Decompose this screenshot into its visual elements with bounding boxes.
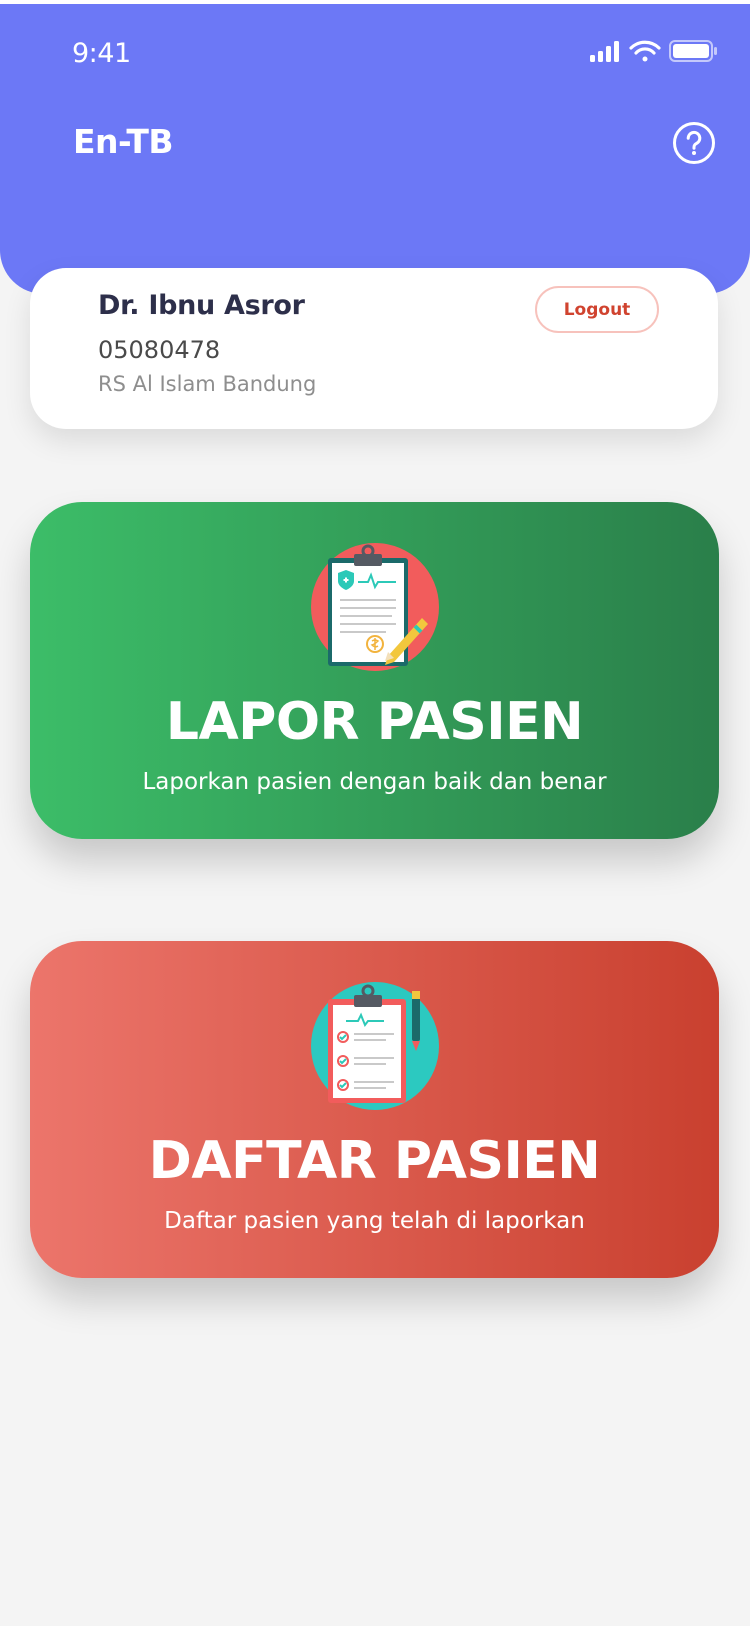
lapor-pasien-title: LAPOR PASIEN	[165, 692, 584, 752]
lapor-pasien-card[interactable]: LAPOR PASIEN Laporkan pasien dengan baik…	[30, 502, 719, 839]
cellular-signal-icon	[590, 41, 619, 62]
battery-icon	[669, 40, 717, 62]
daftar-pasien-subtitle: Daftar pasien yang telah di laporkan	[164, 1208, 585, 1234]
daftar-pasien-card[interactable]: DAFTAR PASIEN Daftar pasien yang telah d…	[30, 941, 719, 1278]
lapor-pasien-subtitle: Laporkan pasien dengan baik dan benar	[142, 769, 607, 795]
help-question-icon[interactable]	[672, 121, 716, 165]
clipboard-checklist-icon	[311, 982, 439, 1110]
app-title: En-TB	[73, 122, 174, 161]
app-header: 9:41 En-TB	[0, 4, 750, 294]
hospital-name: RS Al Islam Bandung	[98, 372, 317, 396]
app-screen: 9:41 En-TB Dr. Ibnu Asror 05080478 RS Al…	[0, 4, 750, 1626]
daftar-pasien-title: DAFTAR PASIEN	[148, 1131, 601, 1191]
clipboard-report-icon	[311, 543, 439, 671]
logout-button[interactable]: Logout	[535, 286, 659, 333]
doctor-id: 05080478	[98, 336, 221, 364]
status-bar-icons	[590, 40, 717, 62]
profile-card: Dr. Ibnu Asror 05080478 RS Al Islam Band…	[30, 268, 718, 429]
status-time: 9:41	[72, 38, 131, 69]
doctor-name: Dr. Ibnu Asror	[98, 290, 305, 321]
wifi-icon	[629, 40, 661, 62]
